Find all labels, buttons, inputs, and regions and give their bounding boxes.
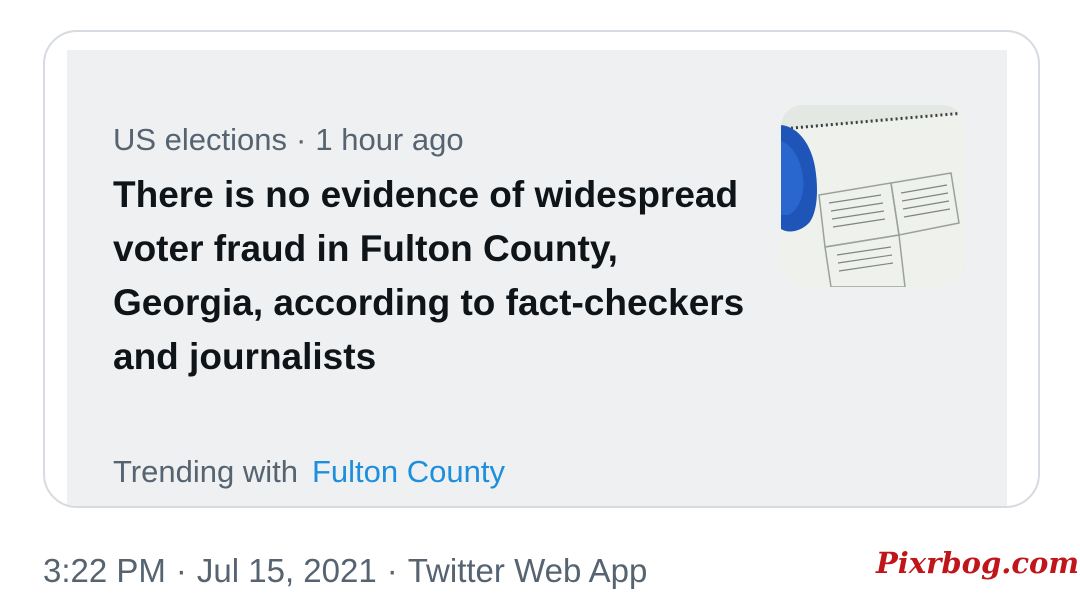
trend-thumbnail[interactable]	[781, 105, 964, 287]
footer-separator-2: ·	[386, 552, 398, 589]
tweet-time[interactable]: 3:22 PM	[43, 552, 166, 589]
trending-topic-link[interactable]: Fulton County	[312, 454, 505, 489]
footer-separator: ·	[175, 552, 187, 589]
trend-meta: US elections · 1 hour ago	[113, 122, 464, 158]
trending-with: Trending with Fulton County	[113, 454, 505, 490]
tweet-source[interactable]: Twitter Web App	[408, 552, 648, 589]
trending-label: Trending with	[113, 454, 298, 489]
tweet-detail: US elections · 1 hour ago There is no evid…	[0, 0, 1080, 596]
tweet-meta-footer: 3:22 PM · Jul 15, 2021 · Twitter Web App	[43, 552, 647, 590]
watermark-logo: Pixrbog.com	[876, 546, 1080, 580]
trend-headline[interactable]: There is no evidence of widespread voter…	[113, 168, 773, 384]
trend-card[interactable]: US elections · 1 hour ago There is no evid…	[43, 30, 1040, 508]
ballot-photo-image	[781, 105, 964, 287]
trend-category: US elections	[113, 122, 288, 157]
tweet-date[interactable]: Jul 15, 2021	[197, 552, 377, 589]
meta-separator: ·	[296, 122, 307, 157]
trend-card-body[interactable]: US elections · 1 hour ago There is no evid…	[67, 50, 1007, 506]
trend-time: 1 hour ago	[315, 122, 464, 157]
